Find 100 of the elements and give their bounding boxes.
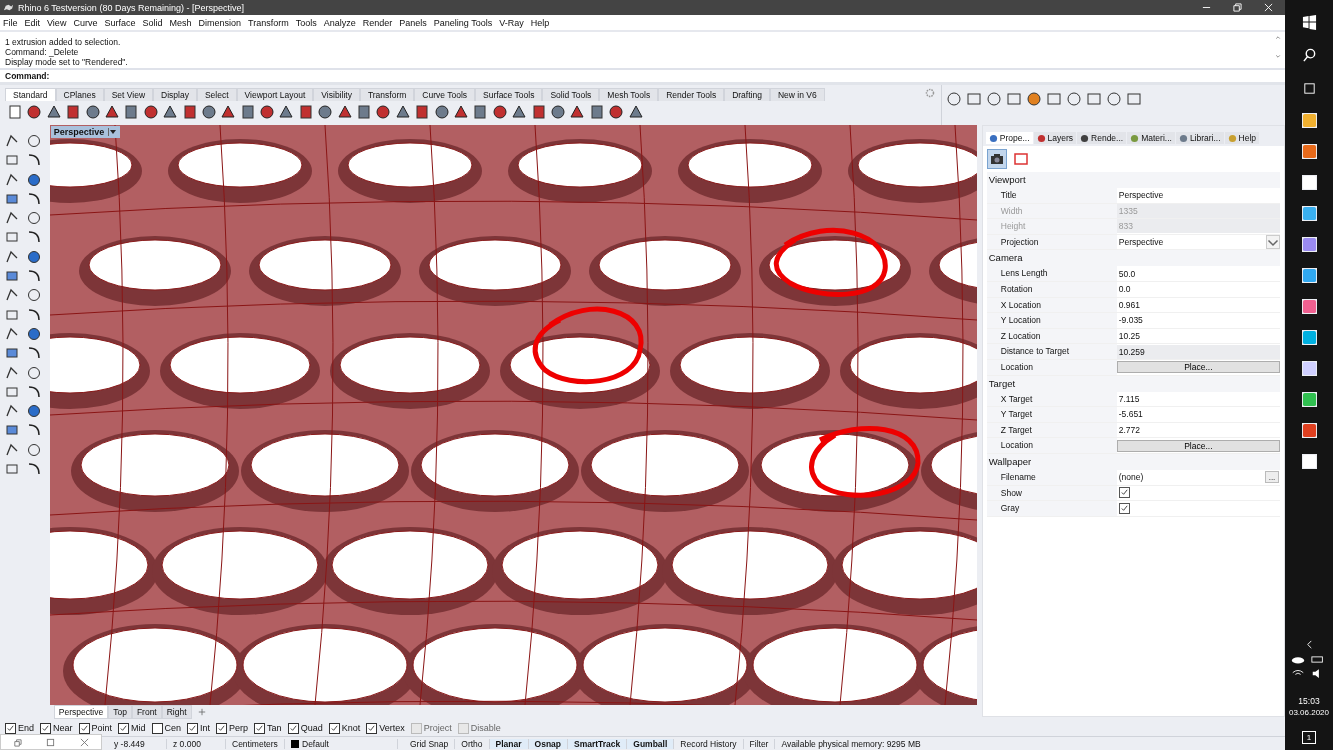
tool-icon[interactable] bbox=[627, 104, 644, 120]
tool-icon[interactable] bbox=[375, 104, 392, 120]
property-value[interactable]: (none) bbox=[1116, 470, 1265, 485]
chevron-down-icon[interactable] bbox=[1266, 235, 1280, 250]
menu-item[interactable]: Help bbox=[530, 17, 550, 28]
viewport-tab[interactable]: Front bbox=[131, 705, 162, 719]
chevron-icon[interactable] bbox=[1304, 640, 1314, 649]
tool-icon[interactable] bbox=[394, 104, 411, 120]
toolbar-tab[interactable]: New in V6 bbox=[769, 87, 825, 101]
viewport-tab[interactable]: Top bbox=[108, 705, 132, 719]
app-icon[interactable] bbox=[1301, 113, 1317, 128]
tool-icon[interactable] bbox=[511, 104, 528, 120]
panel-tab[interactable]: Prope... bbox=[985, 132, 1033, 144]
app-icon[interactable] bbox=[1301, 361, 1317, 376]
tool-icon[interactable] bbox=[220, 104, 237, 120]
tool-icon[interactable] bbox=[26, 325, 42, 342]
toolbar-tab[interactable]: Standard bbox=[5, 87, 56, 101]
osnap-checkbox[interactable]: Cen bbox=[151, 722, 182, 734]
panel-tab[interactable]: Librari... bbox=[1175, 132, 1224, 144]
tool-icon[interactable] bbox=[569, 104, 586, 120]
menu-item[interactable]: Paneling Tools bbox=[433, 17, 493, 28]
menu-item[interactable]: Analyze bbox=[323, 17, 356, 28]
tool-icon[interactable] bbox=[239, 104, 256, 120]
toolbar-tab[interactable]: Drafting bbox=[724, 87, 770, 101]
menu-item[interactable]: Edit bbox=[24, 17, 41, 28]
tool-icon[interactable] bbox=[608, 104, 625, 120]
tool-icon[interactable] bbox=[259, 104, 276, 120]
toolbar-tab[interactable]: Viewport Layout bbox=[236, 87, 314, 101]
tool-icon[interactable] bbox=[4, 441, 20, 458]
menu-item[interactable]: Solid bbox=[142, 17, 163, 28]
battery-icon[interactable] bbox=[1311, 655, 1325, 664]
app-icon[interactable] bbox=[1301, 330, 1317, 345]
menu-item[interactable]: View bbox=[47, 17, 67, 28]
browse-button[interactable]: ... bbox=[1265, 471, 1279, 484]
toolbar-tab[interactable]: Transform bbox=[359, 87, 415, 101]
tool-icon[interactable] bbox=[103, 104, 120, 120]
panel-tab[interactable]: Rende... bbox=[1077, 132, 1127, 144]
tool-icon[interactable] bbox=[162, 104, 179, 120]
toolbar-tab[interactable]: Curve Tools bbox=[414, 87, 476, 101]
checkbox[interactable] bbox=[1118, 487, 1130, 499]
menu-item[interactable]: Curve bbox=[73, 17, 98, 28]
tool-icon[interactable] bbox=[123, 104, 140, 120]
osnap-checkbox[interactable]: Perp bbox=[216, 722, 249, 734]
status-toggle[interactable]: Planar bbox=[489, 738, 529, 749]
maximize-icon[interactable] bbox=[46, 737, 56, 747]
panel-tab[interactable]: Layers bbox=[1033, 132, 1077, 144]
tool-icon[interactable] bbox=[317, 104, 334, 120]
panel-tab[interactable]: Help bbox=[1224, 132, 1260, 144]
scrollbar-icon[interactable] bbox=[1274, 35, 1282, 59]
tool-icon[interactable] bbox=[4, 171, 20, 188]
close-icon[interactable] bbox=[79, 737, 89, 747]
property-value[interactable]: -5.651 bbox=[1116, 407, 1280, 422]
windows-start-icon[interactable] bbox=[1301, 15, 1317, 30]
cloud-icon[interactable] bbox=[1291, 655, 1305, 664]
app-icon[interactable] bbox=[1301, 175, 1317, 190]
tool-icon[interactable] bbox=[1106, 91, 1122, 107]
tool-icon[interactable] bbox=[142, 104, 159, 120]
search-icon[interactable] bbox=[1301, 48, 1317, 63]
tool-icon[interactable] bbox=[491, 104, 508, 120]
menu-item[interactable]: Tools bbox=[295, 17, 317, 28]
tool-icon[interactable] bbox=[453, 104, 469, 120]
app-icon[interactable] bbox=[1301, 206, 1317, 221]
property-value[interactable]: 0.961 bbox=[1116, 297, 1280, 312]
status-toggle[interactable]: Record History bbox=[674, 738, 744, 749]
osnap-checkbox[interactable]: End bbox=[5, 722, 34, 734]
menu-item[interactable]: File bbox=[3, 17, 18, 28]
toolbar-tab[interactable]: Display bbox=[153, 87, 197, 101]
tool-icon[interactable] bbox=[278, 104, 295, 120]
app-icon[interactable] bbox=[1301, 144, 1317, 159]
toolbar-tab[interactable]: Surface Tools bbox=[475, 87, 543, 101]
panel-tab[interactable]: Materi... bbox=[1127, 132, 1175, 144]
clock-time[interactable]: 15:03 bbox=[1298, 696, 1320, 706]
app-icon[interactable] bbox=[1301, 299, 1317, 314]
menu-item[interactable]: Panels bbox=[399, 17, 427, 28]
notification-button[interactable]: 1 bbox=[1301, 731, 1317, 744]
menu-item[interactable]: Render bbox=[362, 17, 393, 28]
osnap-checkbox[interactable]: Point bbox=[78, 722, 113, 734]
checkbox[interactable] bbox=[1118, 502, 1130, 514]
property-value[interactable]: 10.25 bbox=[1116, 329, 1280, 344]
add-icon[interactable] bbox=[197, 708, 206, 716]
property-value[interactable]: Perspective bbox=[1116, 188, 1280, 203]
property-value[interactable]: 0.0 bbox=[1116, 282, 1280, 297]
tool-icon[interactable] bbox=[986, 91, 1002, 107]
tool-icon[interactable] bbox=[356, 104, 373, 120]
viewport[interactable]: Perspective bbox=[49, 125, 977, 705]
property-value[interactable]: -9.035 bbox=[1116, 313, 1280, 328]
projection-dropdown[interactable]: Perspective bbox=[1116, 235, 1280, 250]
tool-icon[interactable] bbox=[1026, 91, 1042, 107]
tool-icon[interactable] bbox=[26, 441, 42, 458]
status-toggle[interactable]: Ortho bbox=[455, 738, 490, 749]
toolbar-tab[interactable]: CPlanes bbox=[55, 87, 104, 101]
task-view-icon[interactable] bbox=[1301, 81, 1317, 96]
viewport-tab[interactable]: Right bbox=[161, 705, 192, 719]
tool-icon[interactable] bbox=[4, 364, 20, 381]
tool-icon[interactable] bbox=[946, 91, 962, 107]
tool-icon[interactable] bbox=[26, 104, 43, 120]
app-icon[interactable] bbox=[1301, 423, 1317, 438]
tool-icon[interactable] bbox=[433, 104, 450, 120]
tool-icon[interactable] bbox=[26, 248, 42, 265]
tool-icon[interactable] bbox=[45, 104, 62, 120]
